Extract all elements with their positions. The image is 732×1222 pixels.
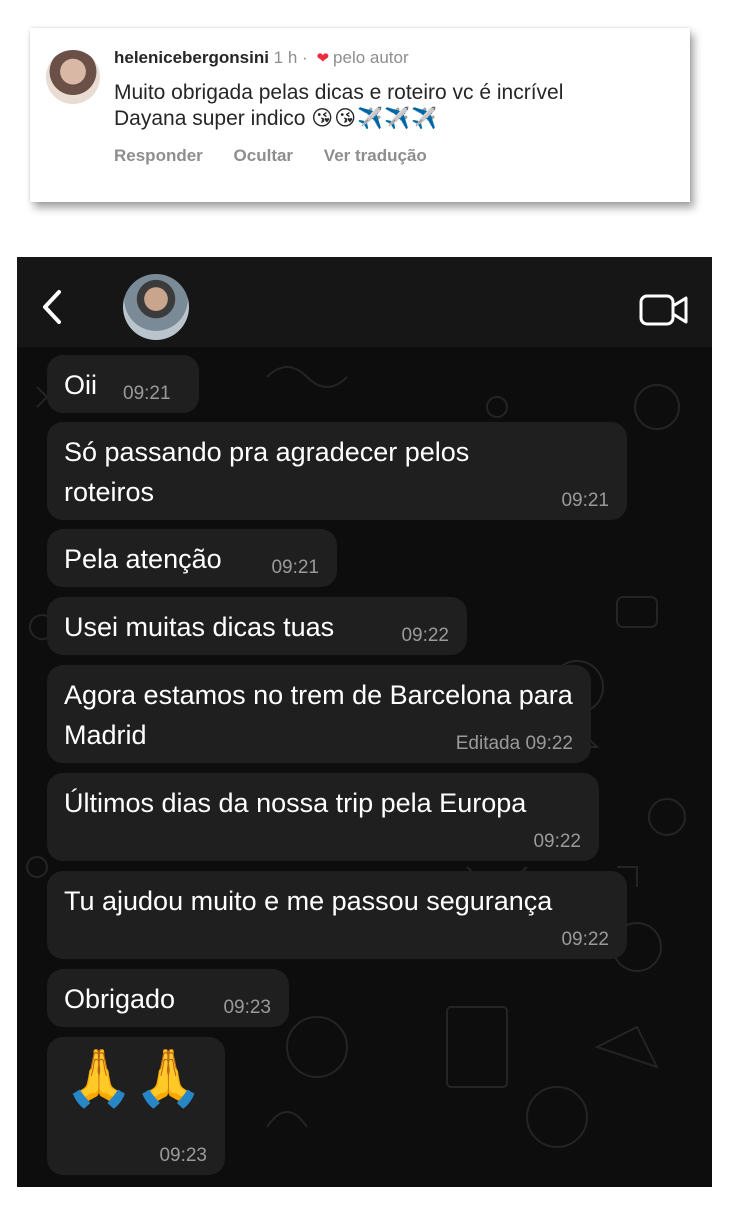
message-time: 09:22: [533, 831, 581, 852]
comment-text: Muito obrigada pelas dicas e roteiro vc …: [114, 80, 674, 132]
whatsapp-chat-screenshot: Oii 09:21 Só passando pra agradecer pelo…: [17, 257, 712, 1187]
message-time: Editada 09:22: [455, 733, 573, 754]
chevron-left-icon[interactable]: [37, 289, 67, 325]
message-time: 09:23: [223, 997, 271, 1018]
video-camera-icon[interactable]: [639, 293, 689, 327]
translate-button[interactable]: Ver tradução: [324, 146, 427, 165]
instagram-comment-card: helenicebergonsini 1 h · ❤ pelo autor Mui…: [30, 28, 690, 202]
message-time: 09:22: [401, 625, 449, 646]
comment-emojis: 😘😘✈️✈️✈️: [311, 107, 439, 130]
message-text: Últimos dias da nossa trip pela Europa: [64, 788, 527, 818]
message-time: 09:23: [159, 1145, 207, 1166]
chat-header: [17, 257, 712, 347]
message-bubble[interactable]: Oii 09:21: [47, 355, 199, 413]
message-text: Só passando pra agradecer pelos roteiros: [64, 437, 470, 507]
message-bubble[interactable]: Usei muitas dicas tuas 09:22: [47, 597, 467, 655]
comment-text-line2: Dayana super indico: [114, 107, 306, 130]
chat-body: Oii 09:21 Só passando pra agradecer pelo…: [17, 347, 712, 1187]
reply-button[interactable]: Responder: [114, 146, 203, 165]
comment-actions: Responder Ocultar Ver tradução: [114, 146, 453, 166]
message-bubble[interactable]: Últimos dias da nossa trip pela Europa 0…: [47, 773, 599, 861]
message-text: Pela atenção: [64, 544, 222, 574]
hide-button[interactable]: Ocultar: [234, 146, 294, 165]
message-bubble[interactable]: Agora estamos no trem de Barcelona para …: [47, 665, 591, 763]
message-text: Usei muitas dicas tuas: [64, 612, 335, 642]
message-bubble[interactable]: Obrigado 09:23: [47, 969, 289, 1027]
message-text: Oii: [64, 370, 97, 400]
contact-avatar[interactable]: [123, 274, 189, 340]
message-time: 09:21: [561, 490, 609, 511]
message-bubble[interactable]: Só passando pra agradecer pelos roteiros…: [47, 422, 627, 520]
message-bubble[interactable]: Tu ajudou muito e me passou segurança 09…: [47, 871, 627, 959]
comment-text-line: Dayana super indico 😘😘✈️✈️✈️: [114, 106, 674, 132]
message-bubble[interactable]: Pela atenção 09:21: [47, 529, 337, 587]
message-bubble[interactable]: 🙏🙏 09:23: [47, 1037, 225, 1175]
message-time: 09:21: [123, 383, 171, 404]
message-text: Obrigado: [64, 984, 176, 1014]
comment-separator: ·: [302, 48, 308, 67]
commenter-avatar[interactable]: [46, 50, 100, 104]
comment-time: 1 h: [273, 48, 298, 67]
message-time: 09:22: [561, 929, 609, 950]
commenter-username[interactable]: helenicebergonsini: [114, 48, 269, 67]
message-emoji: 🙏🙏: [64, 1046, 204, 1109]
message-time: 09:21: [271, 557, 319, 578]
comment-header: helenicebergonsini 1 h · ❤ pelo autor: [114, 48, 409, 68]
message-text: Tu ajudou muito e me passou segurança: [64, 886, 553, 916]
comment-text-line: Muito obrigada pelas dicas e roteiro vc …: [114, 81, 564, 104]
liked-by-author-label: pelo autor: [333, 48, 409, 67]
heart-icon: ❤: [316, 50, 330, 67]
